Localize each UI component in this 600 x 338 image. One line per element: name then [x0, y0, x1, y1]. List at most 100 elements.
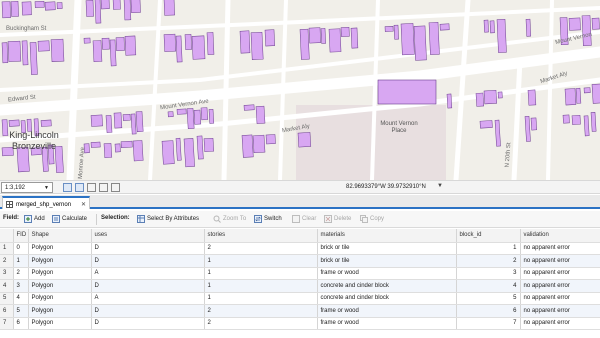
building-footprint[interactable]	[243, 104, 255, 111]
column-header-shape[interactable]: Shape	[28, 229, 92, 243]
attribute-table[interactable]: FID Shape uses stories materials block_i…	[0, 229, 600, 338]
cell-uses[interactable]: D	[91, 279, 205, 293]
cell-block-id[interactable]: 3	[456, 267, 521, 280]
cell-materials[interactable]: frame or wood	[317, 317, 457, 330]
building-footprint[interactable]	[1, 1, 11, 19]
building-footprint[interactable]	[161, 140, 175, 165]
building-footprint[interactable]	[34, 0, 45, 8]
building-footprint[interactable]	[176, 108, 187, 115]
building-footprint[interactable]	[200, 107, 208, 121]
zoom-to-button[interactable]: Zoom To	[213, 215, 246, 223]
building-footprint[interactable]	[591, 83, 600, 104]
clear-selection-button[interactable]: Clear	[292, 215, 316, 223]
building-footprint[interactable]	[21, 40, 29, 66]
row-number[interactable]: 3	[0, 267, 14, 280]
building-footprint[interactable]	[183, 138, 195, 168]
table-row[interactable]: 1 0 Polygon D 2 brick or tile 1 no appar…	[0, 242, 600, 255]
building-footprint[interactable]	[494, 119, 501, 147]
building-footprint[interactable]	[163, 33, 177, 52]
building-footprint[interactable]	[1, 42, 9, 64]
building-footprint[interactable]	[124, 35, 137, 56]
building-footprint[interactable]	[475, 92, 485, 107]
cell-stories[interactable]: 1	[204, 279, 318, 293]
cell-validation[interactable]: no apparent error	[520, 317, 600, 330]
building-footprint[interactable]	[112, 0, 121, 10]
building-footprint[interactable]	[590, 112, 597, 132]
cell-fid[interactable]: 0	[13, 242, 29, 255]
building-footprint[interactable]	[483, 19, 489, 33]
building-footprint[interactable]	[562, 114, 570, 124]
cell-fid[interactable]: 4	[13, 292, 29, 305]
building-footprint[interactable]	[496, 19, 507, 53]
building-footprint[interactable]	[163, 0, 175, 16]
cell-materials[interactable]: frame or wood	[317, 304, 457, 318]
building-footprint[interactable]	[193, 109, 202, 125]
cell-block-id[interactable]: 4	[456, 279, 521, 293]
tab-merged-shp-vernon[interactable]: merged_shp_vernon ✕	[2, 196, 90, 209]
building-footprint[interactable]	[21, 1, 32, 16]
building-footprint[interactable]	[109, 39, 117, 67]
cell-validation[interactable]: no apparent error	[520, 267, 600, 280]
building-footprint[interactable]	[191, 35, 206, 60]
building-footprint[interactable]	[581, 15, 592, 47]
cell-uses[interactable]: D	[91, 254, 205, 268]
building-footprint[interactable]	[479, 120, 493, 129]
cell-stories[interactable]: 2	[204, 317, 318, 330]
cell-stories[interactable]: 1	[204, 267, 318, 280]
cell-fid[interactable]: 5	[13, 304, 29, 318]
building-footprint[interactable]	[350, 27, 359, 49]
building-footprint[interactable]	[252, 134, 266, 154]
building-footprint[interactable]	[90, 114, 103, 127]
column-header-validation[interactable]: validation	[520, 229, 600, 243]
building-footprint[interactable]	[184, 34, 192, 50]
building-footprint[interactable]	[328, 28, 342, 53]
building-footprint[interactable]	[85, 0, 94, 17]
building-footprint[interactable]	[308, 27, 321, 44]
table-row[interactable]: 6 5 Polygon D 2 frame or wood 6 no appar…	[0, 304, 600, 318]
building-footprint[interactable]	[299, 28, 310, 60]
table-icon[interactable]	[75, 183, 84, 192]
building-footprint[interactable]	[439, 23, 450, 31]
cell-uses[interactable]: A	[91, 267, 205, 280]
building-footprint[interactable]	[255, 105, 266, 124]
cell-materials[interactable]: concrete and cinder block	[317, 292, 457, 305]
cell-block-id[interactable]: 1	[456, 242, 521, 255]
cell-materials[interactable]: brick or tile	[317, 254, 457, 268]
cell-stories[interactable]: 1	[204, 254, 318, 268]
table-row[interactable]: 5 4 Polygon A 1 concrete and cinder bloc…	[0, 292, 600, 305]
building-footprint[interactable]	[400, 23, 415, 56]
row-number[interactable]: 4	[0, 279, 14, 293]
building-footprint[interactable]	[203, 137, 215, 153]
column-header-stories[interactable]: stories	[204, 229, 318, 243]
building-footprint[interactable]	[428, 22, 440, 55]
building-footprint[interactable]	[101, 37, 110, 50]
building-footprint[interactable]	[122, 113, 131, 121]
cell-materials[interactable]: frame or wood	[317, 267, 457, 280]
cell-materials[interactable]: brick or tile	[317, 242, 457, 255]
building-footprint[interactable]	[489, 20, 495, 34]
column-header-materials[interactable]: materials	[317, 229, 457, 243]
cell-uses[interactable]: D	[91, 304, 205, 318]
building-footprint[interactable]	[8, 119, 20, 127]
building-footprint[interactable]	[94, 0, 102, 24]
building-footprint[interactable]	[10, 1, 19, 17]
column-header-fid[interactable]: FID	[13, 229, 29, 243]
building-footprint[interactable]	[90, 141, 101, 148]
row-number[interactable]: 5	[0, 292, 14, 305]
scale-selector[interactable]: 1:3,192 ▼	[1, 182, 53, 193]
table-row[interactable]: 3 2 Polygon A 1 frame or wood 3 no appar…	[0, 267, 600, 280]
cell-shape[interactable]: Polygon	[28, 292, 92, 305]
building-footprint[interactable]	[115, 37, 125, 52]
cell-uses[interactable]: A	[91, 292, 205, 305]
cell-shape[interactable]: Polygon	[28, 267, 92, 280]
cell-uses[interactable]: D	[91, 317, 205, 330]
building-footprint[interactable]	[114, 143, 121, 153]
building-footprint[interactable]	[530, 117, 537, 131]
building-footprint[interactable]	[92, 40, 103, 63]
building-footprint[interactable]	[186, 108, 195, 130]
building-footprint[interactable]	[7, 40, 22, 62]
cell-validation[interactable]: no apparent error	[520, 292, 600, 305]
cell-stories[interactable]: 1	[204, 292, 318, 305]
cell-block-id[interactable]: 6	[456, 304, 521, 318]
building-footprint[interactable]	[175, 137, 182, 161]
